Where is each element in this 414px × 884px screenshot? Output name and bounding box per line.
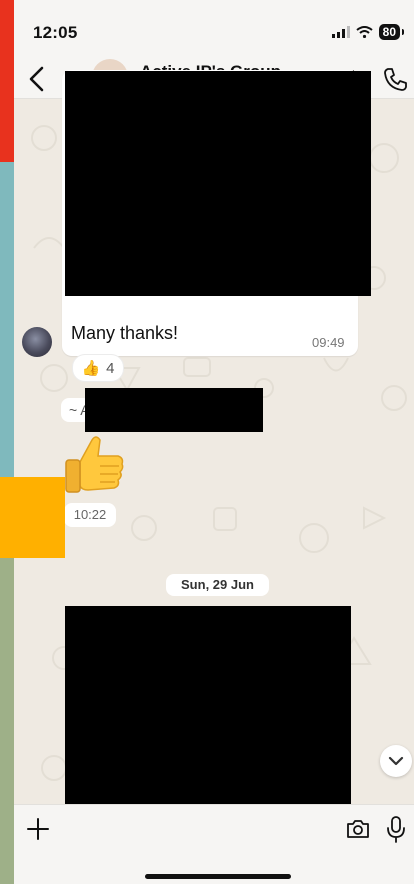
chat-screen: 12:05 80 Active IP's Group Many thanks! … [0, 0, 414, 884]
background-edge-olive [0, 558, 14, 884]
sender-avatar[interactable] [22, 327, 52, 357]
reaction-count: 4 [106, 359, 115, 377]
message-time: 09:49 [312, 335, 345, 350]
background-edge-red [0, 0, 14, 162]
plus-icon[interactable] [26, 817, 50, 841]
orange-overlay-block [0, 477, 65, 558]
background-edge-teal [0, 162, 14, 478]
home-indicator [145, 874, 291, 879]
redacted-sender-name [85, 388, 263, 432]
redacted-image [65, 71, 371, 296]
phone-call-icon[interactable] [382, 66, 408, 92]
chevron-down-icon [388, 756, 404, 766]
message-text: Many thanks! [71, 323, 179, 343]
message-composer [14, 804, 414, 884]
date-separator: Sun, 29 Jun [166, 574, 269, 596]
reaction-badge[interactable]: 👍 4 [72, 354, 124, 382]
battery-indicator: 80 [378, 24, 405, 40]
wifi-icon [356, 26, 373, 38]
microphone-icon[interactable] [386, 815, 406, 843]
status-icons: 80 [331, 24, 405, 40]
thumbs-up-sticker-icon[interactable] [62, 432, 126, 498]
scroll-to-bottom-button[interactable] [380, 745, 412, 777]
signal-icon [331, 26, 350, 38]
back-arrow-icon[interactable] [22, 64, 52, 94]
status-time: 12:05 [33, 23, 78, 42]
sticker-time: 10:22 [64, 503, 116, 527]
camera-icon[interactable] [346, 819, 370, 839]
thumbs-up-icon: 👍 [81, 360, 101, 377]
